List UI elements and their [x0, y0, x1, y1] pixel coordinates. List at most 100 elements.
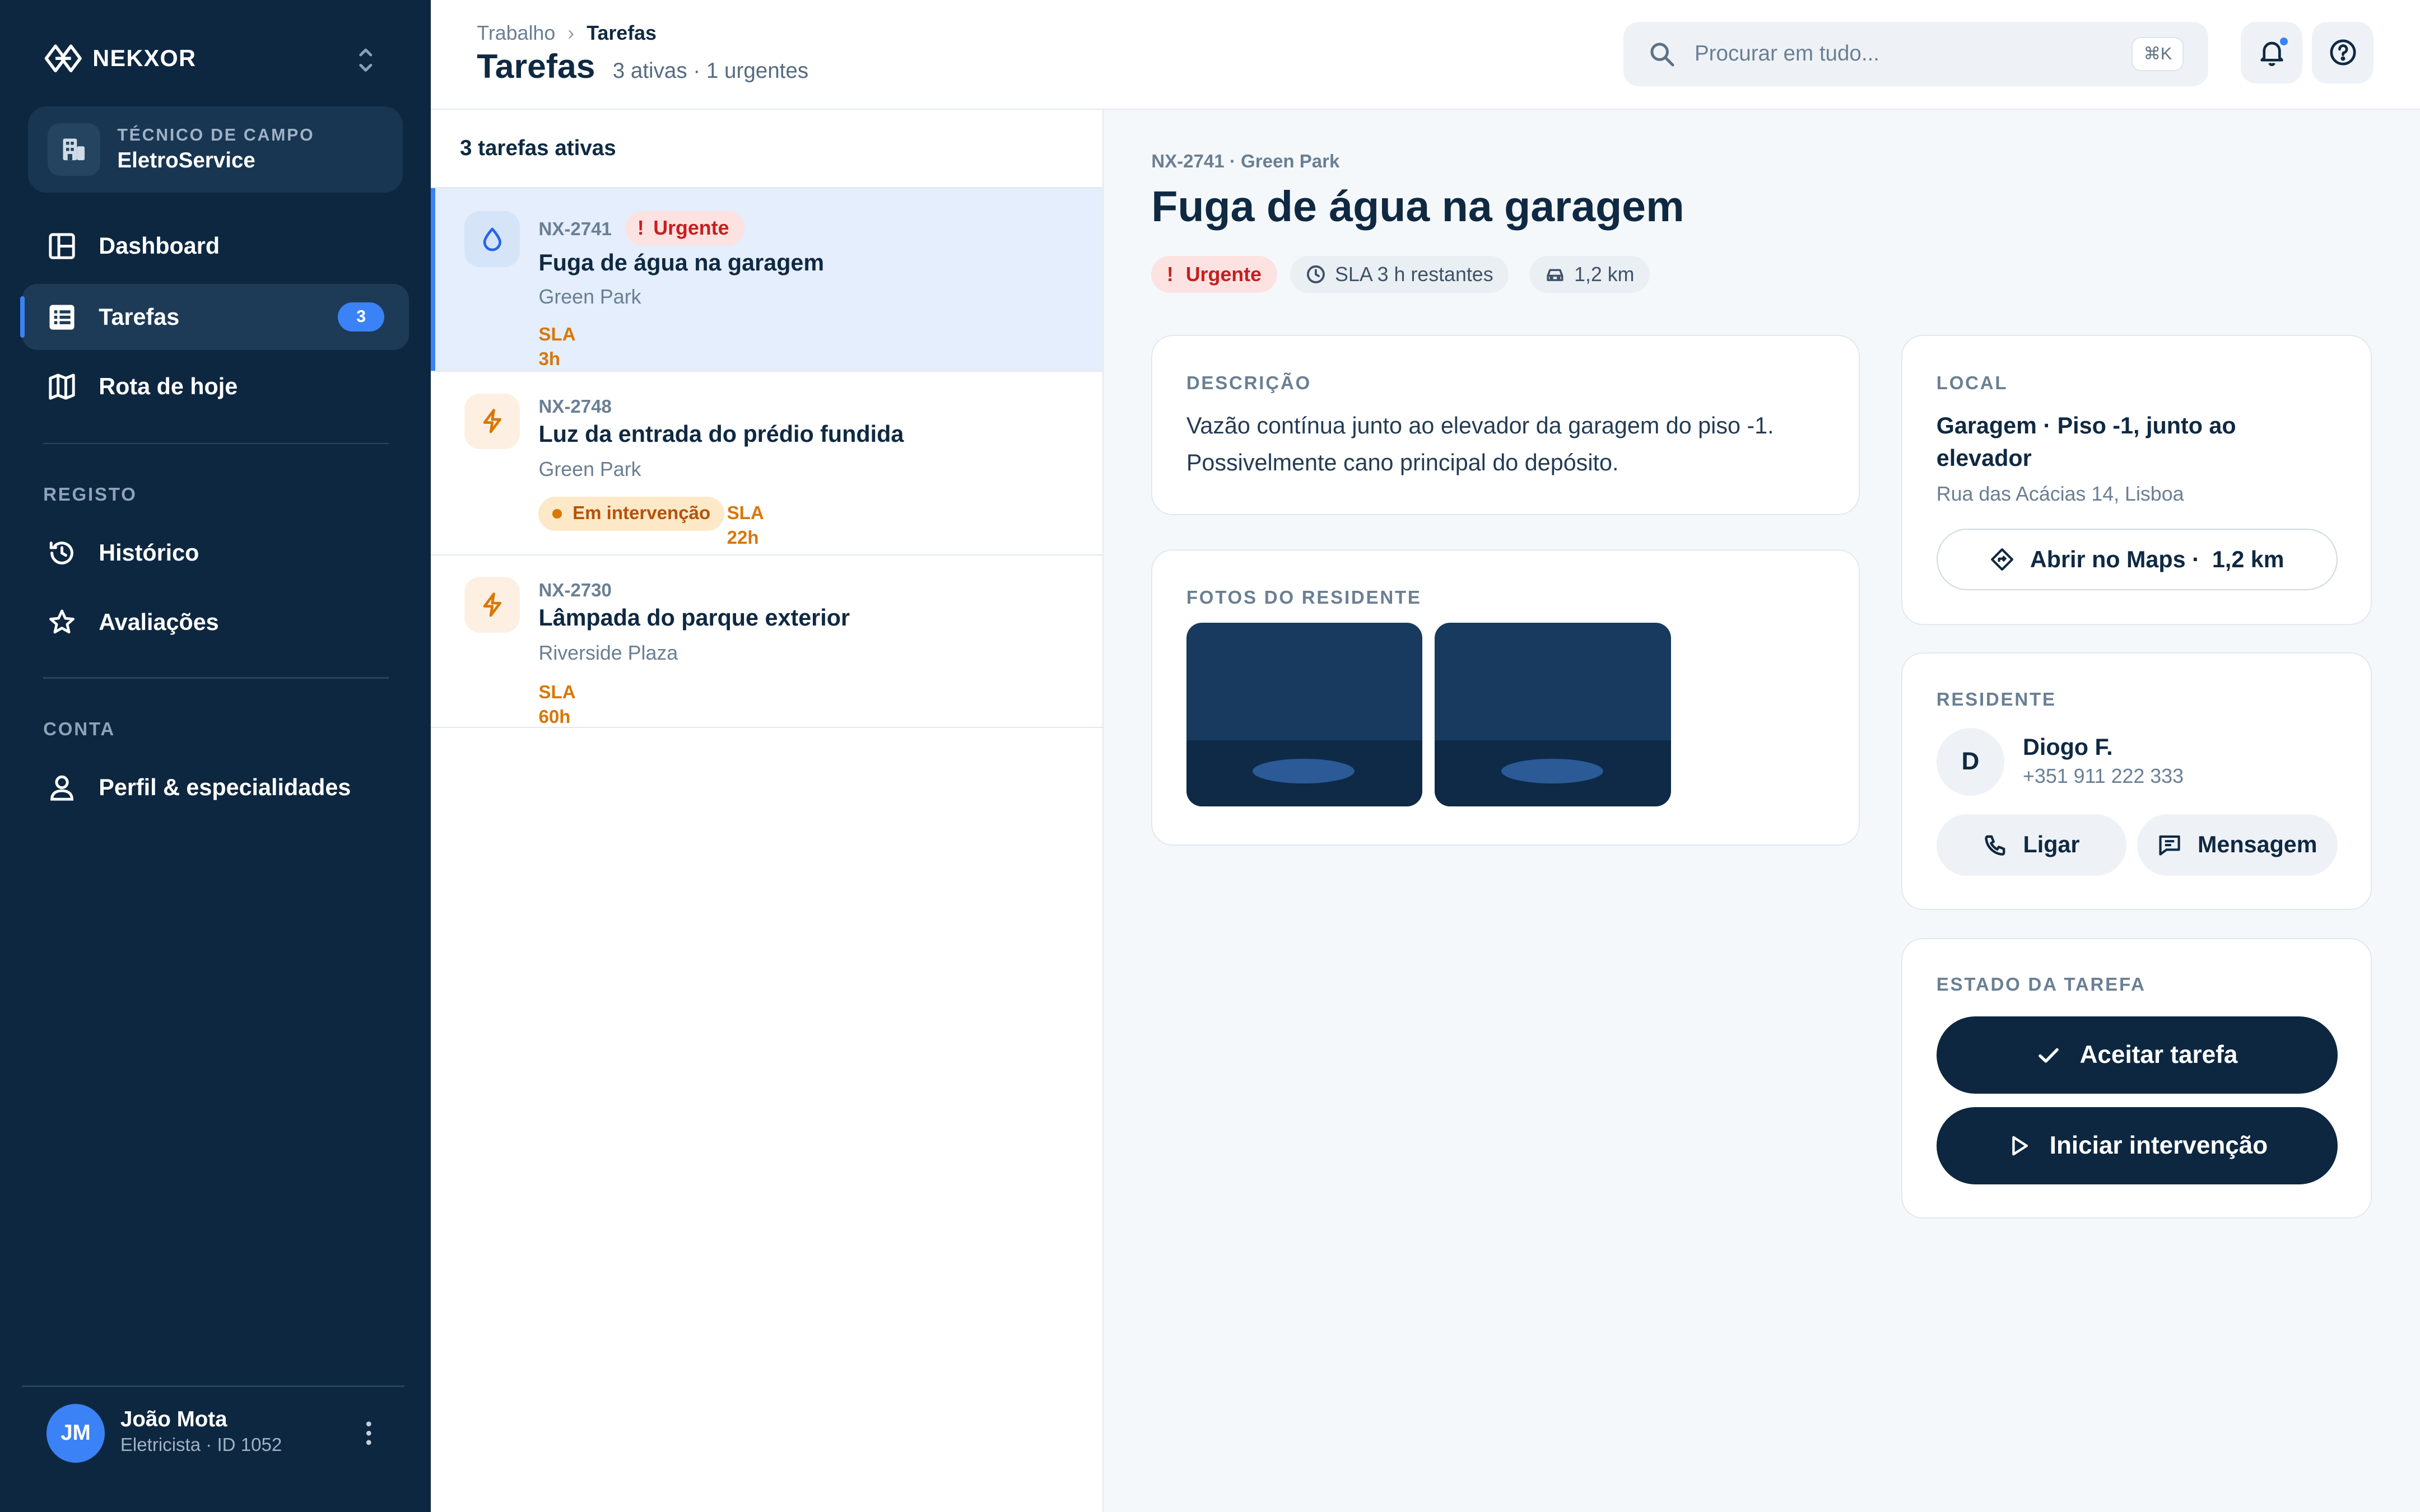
org-role: TÉCNICO DE CAMPO [117, 126, 315, 145]
droplet-icon [464, 211, 520, 267]
sidebar-divider [43, 442, 389, 445]
photo-puddle [1501, 758, 1603, 783]
sla-indicator: SLA 60h [538, 680, 575, 730]
description-text: Vazão contínua junto ao elevador da gara… [1186, 412, 1774, 475]
search-icon [1650, 43, 1674, 67]
task-id: NX-2741 [538, 219, 612, 240]
nav-label: Perfil & especialidades [99, 774, 351, 800]
notifications-button[interactable] [2241, 21, 2303, 83]
detail-meta: NX-2741 · Green Park [1151, 151, 1340, 172]
search-bar[interactable]: ⌘K [1623, 21, 2209, 87]
sidebar-divider [43, 677, 389, 679]
resident-phone: +351 911 222 333 [2023, 764, 2184, 787]
building-icon [48, 123, 101, 176]
breadcrumb-item[interactable]: Trabalho [477, 22, 555, 45]
start-intervention-button[interactable]: Iniciar intervenção [1936, 1107, 2338, 1185]
message-icon [2159, 835, 2181, 856]
resident-photo[interactable] [1186, 623, 1423, 807]
sla-label: SLA [727, 503, 764, 524]
urgent-chip-label: Urgente [1185, 263, 1262, 286]
phone-icon [1985, 835, 2005, 856]
brand[interactable]: NEKXOR [43, 40, 389, 77]
check-icon [2039, 1048, 2059, 1063]
breadcrumb: Trabalho › Tarefas [477, 22, 657, 45]
photo-puddle [1253, 758, 1355, 783]
nav-item-tarefas[interactable]: Tarefas 3 [20, 283, 409, 351]
status-badge: Em intervenção [538, 497, 724, 531]
card-label: DESCRIÇÃO [1186, 372, 1311, 394]
help-button[interactable] [2311, 21, 2374, 83]
tasks-count-badge: 3 [338, 302, 384, 332]
start-label: Iniciar intervenção [2049, 1132, 2268, 1160]
task-list-panel: 3 tarefas ativas NX-2741 ! Urgente Fuga … [430, 109, 1104, 1512]
resident-avatar: D [1936, 727, 2004, 796]
search-input[interactable] [1694, 41, 2111, 67]
exclamation-icon: ! [1166, 263, 1174, 286]
sla-value: 3h [538, 348, 561, 370]
bolt-icon [464, 393, 520, 449]
user-subtitle: Eletricista · ID 1052 [120, 1435, 282, 1456]
nav-item-dashboard[interactable]: Dashboard [22, 213, 409, 279]
open-maps-button[interactable]: Abrir no Maps · 1,2 km [1936, 529, 2338, 591]
maps-distance: 1,2 km [2212, 546, 2284, 572]
urgent-badge: ! Urgente [625, 211, 745, 246]
user-icon [50, 775, 73, 801]
org-name: EletroService [117, 148, 255, 172]
task-title: Fuga de água na garagem [538, 250, 825, 276]
location-card: LOCAL Garagem · Piso -1, junto ao elevad… [1901, 334, 2372, 625]
notification-dot [2278, 35, 2291, 48]
task-item[interactable]: NX-2748 Luz da entrada do prédio fundida… [430, 372, 1102, 556]
distance-chip: 1,2 km [1529, 256, 1650, 293]
message-button[interactable]: Mensagem [2137, 814, 2338, 876]
task-item[interactable]: NX-2730 Lâmpada do parque exterior River… [430, 556, 1102, 730]
task-list-heading: 3 tarefas ativas [430, 110, 1102, 189]
status-dot-icon [552, 509, 562, 519]
sla-indicator: SLA 3h [538, 323, 575, 372]
nav-label: Rota de hoje [99, 373, 238, 399]
section-label-registo: REGISTO [43, 484, 137, 506]
accept-task-button[interactable]: Aceitar tarefa [1936, 1016, 2338, 1094]
nav-label: Tarefas [99, 304, 180, 330]
call-button[interactable]: Ligar [1936, 814, 2126, 876]
bolt-icon [464, 577, 520, 633]
message-label: Mensagem [2198, 832, 2317, 858]
user-avatar[interactable]: JM [46, 1404, 105, 1463]
nekxor-logo-icon [44, 44, 82, 73]
task-item[interactable]: NX-2741 ! Urgente Fuga de água na garage… [430, 188, 1102, 372]
play-icon [2012, 1136, 2028, 1156]
nav-item-avaliacoes[interactable]: Avaliações [22, 589, 409, 655]
more-vertical-icon[interactable] [358, 1416, 380, 1450]
breadcrumb-current: Tarefas [587, 21, 657, 44]
nav-label: Avaliações [99, 609, 219, 636]
chevron-up-down-icon[interactable] [346, 43, 386, 77]
sla-label: SLA [538, 682, 576, 703]
chevron-right-icon: › [567, 21, 575, 44]
section-label-conta: CONTA [43, 718, 115, 740]
user-divider [21, 1385, 404, 1387]
nav-item-historico[interactable]: Histórico [22, 520, 409, 586]
distance-chip-label: 1,2 km [1574, 263, 1635, 286]
task-location: Riverside Plaza [538, 642, 678, 665]
card-label: LOCAL [1936, 372, 2008, 394]
description-card: DESCRIÇÃO Vazão contínua junto ao elevad… [1151, 334, 1860, 516]
card-label: RESIDENTE [1936, 689, 2056, 710]
resident-photo[interactable] [1435, 623, 1671, 807]
clock-icon [1306, 265, 1325, 284]
task-title: Lâmpada do parque exterior [538, 604, 850, 631]
org-switcher[interactable]: TÉCNICO DE CAMPO EletroService [27, 106, 403, 193]
card-label: ESTADO DA TAREFA [1936, 974, 2146, 996]
nav-label: Histórico [99, 540, 199, 566]
card-label: FOTOS DO RESIDENTE [1186, 587, 1422, 608]
car-icon [1547, 269, 1563, 282]
nav-item-perfil[interactable]: Perfil & especialidades [22, 754, 409, 820]
nav-item-rota-de-hoje[interactable]: Rota de hoje [22, 353, 409, 419]
sla-label: SLA [538, 324, 576, 345]
sla-chip: SLA 3 h restantes [1290, 256, 1509, 293]
page-title: Tarefas [477, 46, 595, 85]
task-location: Green Park [538, 285, 641, 308]
urgent-label: Urgente [653, 217, 729, 240]
history-icon [49, 542, 73, 564]
sla-value: 60h [538, 707, 571, 727]
detail-title: Fuga de água na garagem [1151, 183, 1684, 231]
list-icon [49, 305, 75, 330]
